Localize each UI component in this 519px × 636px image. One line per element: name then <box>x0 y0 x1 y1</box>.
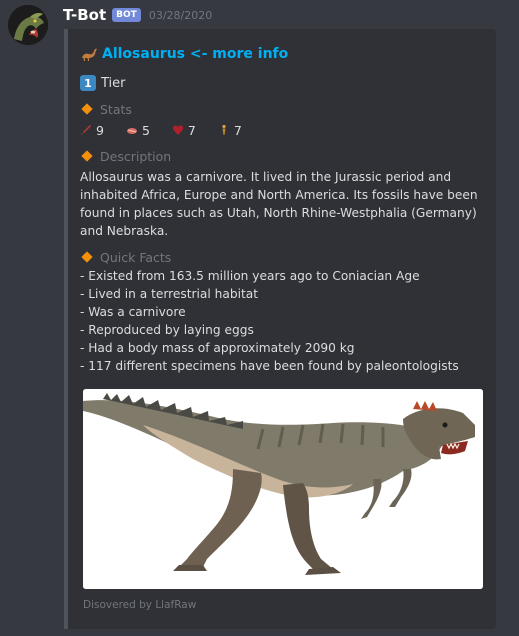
stats-label: Stats <box>100 101 132 117</box>
sauropod-icon <box>80 45 98 63</box>
meat-icon <box>126 128 137 134</box>
stat-value: 5 <box>141 122 150 138</box>
description-label: Description <box>100 148 172 164</box>
stat-value: 7 <box>187 122 196 138</box>
stat-attack: 9 <box>80 123 104 138</box>
description-text: Allosaurus was a carnivore. It lived in … <box>80 170 478 238</box>
stat-defense: 7 <box>218 123 242 138</box>
quick-facts-heading: Quick Facts <box>80 249 488 265</box>
bot-badge: BOT <box>112 8 141 22</box>
orange-diamond-icon <box>81 103 93 115</box>
embed-footer: Disovered by LlafRaw <box>83 599 197 611</box>
keycap-one-icon: 1 <box>80 75 96 91</box>
timestamp: 03/28/2020 <box>148 8 213 22</box>
dinosaur-illustration <box>83 389 483 589</box>
tier-label: Tier <box>101 75 126 91</box>
embed-card: Allosaurus <- more info 1 Tier Stats 9 5… <box>64 29 496 629</box>
stat-health: 7 <box>172 123 196 138</box>
tier-row: 1 Tier <box>80 74 488 92</box>
stat-value: 7 <box>233 122 242 138</box>
list-item: - Was a carnivore <box>80 305 186 319</box>
orange-diamond-icon <box>81 150 93 162</box>
dagger-icon <box>81 125 91 135</box>
dinosaur-avatar-icon <box>8 5 48 45</box>
quick-facts-list: - Existed from 163.5 million years ago t… <box>80 267 488 375</box>
message-header: T-Bot BOT 03/28/2020 <box>63 5 212 25</box>
list-item: - Reproduced by laying eggs <box>80 323 254 337</box>
stat-value: 9 <box>96 122 104 138</box>
list-item: - Had a body mass of approximately 2090 … <box>80 341 355 355</box>
stats-heading: Stats <box>80 101 488 117</box>
orange-diamond-icon <box>81 251 93 263</box>
list-item: - Lived in a terrestrial habitat <box>80 287 259 301</box>
heart-icon <box>172 125 184 135</box>
stat-food: 5 <box>126 123 150 138</box>
embed-title: Allosaurus <- more info <box>80 44 488 64</box>
description-heading: Description <box>80 148 488 164</box>
stats-row: 9 5 7 7 <box>80 121 488 139</box>
list-item: - 117 different specimens have been foun… <box>80 359 459 373</box>
title-link[interactable]: Allosaurus <- more info <box>102 46 288 62</box>
embed-image[interactable] <box>83 389 483 589</box>
figure-icon <box>222 124 226 135</box>
list-item: - Existed from 163.5 million years ago t… <box>80 269 420 283</box>
username[interactable]: T-Bot <box>63 6 106 24</box>
quick-facts-label: Quick Facts <box>100 249 172 265</box>
avatar[interactable] <box>8 5 48 45</box>
